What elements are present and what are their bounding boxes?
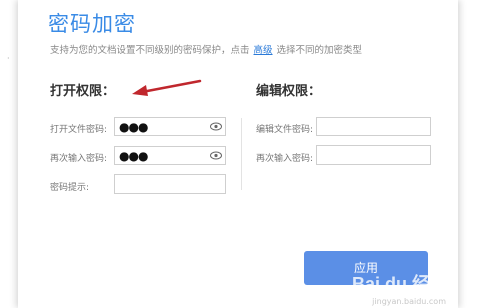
password-hint-label: 密码提示: (50, 183, 90, 193)
open-password-field[interactable]: ●●● (114, 117, 226, 136)
red-arrow-icon (132, 79, 202, 96)
margin-mark: · (7, 54, 10, 63)
section-divider (241, 118, 242, 190)
open-permission-heading: 打开权限： (50, 84, 116, 99)
password-encryption-dialog: 密码加密 支持为您的文档设置不同级别的密码保护，点击 高级 选择不同的加密类型 打开… (18, 0, 458, 308)
watermark-url: jingyan.baidu.com (372, 297, 446, 306)
description-text: 支持为您的文档设置不同级别的密码保护，点击 (50, 45, 250, 56)
password-hint-field[interactable] (114, 174, 226, 194)
watermark-logo: Bai du 经验 (351, 274, 448, 294)
description-text-end: 选择不同的加密类型 (276, 45, 363, 56)
open-confirm-password-value: ●●● (119, 149, 148, 163)
dialog-title: 密码加密 (48, 12, 136, 36)
advanced-link[interactable]: 高级 (254, 45, 273, 56)
eye-icon[interactable] (210, 150, 222, 161)
open-password-label: 打开文件密码: (50, 125, 108, 135)
edit-confirm-password-label: 再次输入密码: (256, 154, 314, 164)
open-confirm-password-field[interactable]: ●●● (114, 146, 226, 165)
eye-icon[interactable] (210, 121, 222, 132)
open-confirm-password-label: 再次输入密码: (50, 154, 108, 164)
edit-password-field[interactable] (316, 117, 431, 136)
edit-confirm-password-field[interactable] (316, 145, 431, 165)
dialog-description: 支持为您的文档设置不同级别的密码保护，点击 高级 选择不同的加密类型 (50, 42, 362, 56)
open-password-value: ●●● (119, 120, 148, 134)
edit-password-label: 编辑文件密码: (256, 125, 314, 135)
edit-permission-heading: 编辑权限： (256, 84, 322, 99)
